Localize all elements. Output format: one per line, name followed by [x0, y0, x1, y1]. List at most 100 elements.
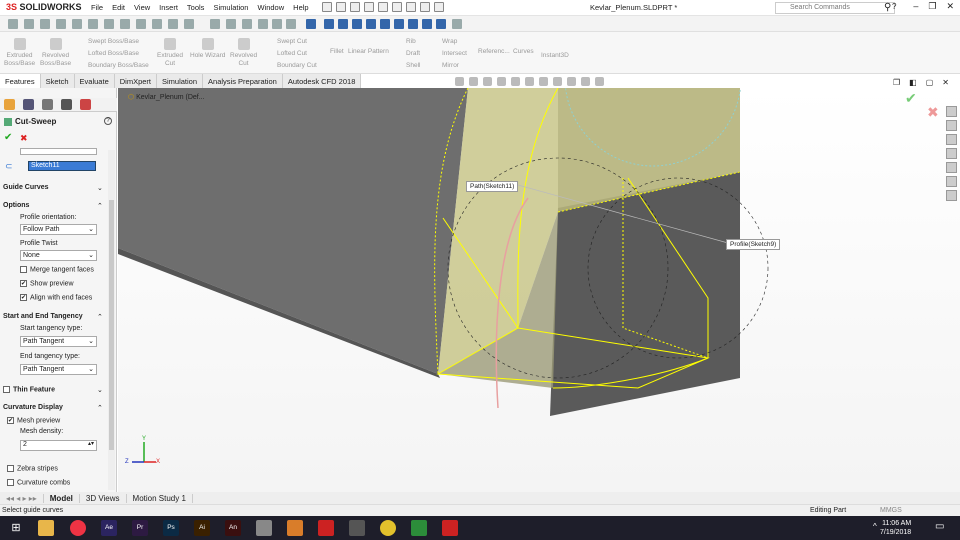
task-pane-explorer-icon[interactable]: [946, 148, 957, 159]
confirm-cancel-icon[interactable]: ✖: [927, 104, 939, 121]
lofted-cut-button[interactable]: Lofted Cut: [277, 50, 307, 57]
merge-tangent-checkbox[interactable]: Merge tangent faces: [20, 266, 94, 273]
edit-appearance-icon[interactable]: [452, 19, 462, 29]
task-pane-custom-properties-icon[interactable]: [946, 190, 957, 201]
trimetric-icon[interactable]: [422, 19, 432, 29]
options-icon[interactable]: [434, 2, 444, 12]
feature-manager-icon[interactable]: [4, 99, 15, 110]
snap-icon[interactable]: [272, 19, 282, 29]
configuration-manager-icon[interactable]: [42, 99, 53, 110]
fix-icon[interactable]: [242, 19, 252, 29]
profile-twist-select[interactable]: None ⌄: [20, 250, 97, 261]
restore-icon[interactable]: ❐: [928, 1, 936, 12]
profile-callout[interactable]: Profile(Sketch9): [726, 239, 781, 250]
front-view-icon[interactable]: [324, 19, 334, 29]
app-icon-10[interactable]: [349, 520, 365, 536]
solidworks-2018-icon[interactable]: [442, 520, 458, 536]
notifications-icon[interactable]: ▭: [935, 521, 944, 532]
settings-icon[interactable]: [286, 19, 296, 29]
task-pane-palette-icon[interactable]: [946, 162, 957, 173]
animate-icon[interactable]: An: [225, 520, 241, 536]
left-view-icon[interactable]: [352, 19, 362, 29]
options-header[interactable]: Options: [3, 202, 29, 209]
app-icon-12[interactable]: [411, 520, 427, 536]
curves-button[interactable]: Curves: [513, 48, 534, 55]
arc-icon[interactable]: [56, 19, 66, 29]
wrap-button[interactable]: Wrap: [442, 38, 457, 45]
app-icon-7[interactable]: [256, 520, 272, 536]
tab-autodesk-cfd[interactable]: Autodesk CFD 2018: [283, 74, 362, 88]
profile-selection-field[interactable]: [20, 148, 97, 155]
zoom-area-icon[interactable]: [469, 77, 478, 86]
new-icon[interactable]: [322, 2, 332, 12]
menu-window[interactable]: Window: [257, 3, 284, 12]
viewport-close-icon[interactable]: ✕: [942, 78, 949, 87]
task-pane-home-icon[interactable]: [946, 106, 957, 117]
swept-boss-button[interactable]: Swept Boss/Base: [88, 38, 139, 45]
viewport-tile-icon[interactable]: ◧: [909, 78, 917, 87]
chevron-up-icon[interactable]: ⌃: [97, 404, 103, 412]
smart-dimension-icon[interactable]: [210, 19, 220, 29]
shell-button[interactable]: Shell: [406, 62, 420, 69]
cancel-button[interactable]: ✖: [20, 133, 28, 144]
task-pane-appearances-icon[interactable]: [946, 176, 957, 187]
help-icon[interactable]: ?: [892, 2, 896, 11]
path-callout[interactable]: Path(Sketch11): [466, 181, 519, 192]
feature-tree-root[interactable]: ⬡ Kevlar_Plenum (Def...: [128, 93, 205, 101]
grid-icon[interactable]: [258, 19, 268, 29]
align-end-checkbox[interactable]: ✔ Align with end faces: [20, 294, 92, 301]
display-manager-icon[interactable]: [80, 99, 91, 110]
rebuild-icon[interactable]: [406, 2, 416, 12]
intersect-button[interactable]: Intersect: [442, 50, 467, 57]
back-view-icon[interactable]: [338, 19, 348, 29]
dimetric-icon[interactable]: [436, 19, 446, 29]
system-clock[interactable]: 11:06 AM 7/19/2018: [880, 519, 911, 537]
tab-features[interactable]: Features: [0, 74, 41, 88]
panel-scrollbar[interactable]: [108, 150, 115, 490]
print-icon[interactable]: [364, 2, 374, 12]
search-commands-input[interactable]: Search Commands ⚲: [775, 2, 895, 14]
undo-icon[interactable]: [378, 2, 388, 12]
line-icon[interactable]: [8, 19, 18, 29]
after-effects-icon[interactable]: Ae: [101, 520, 117, 536]
view-settings-icon[interactable]: [595, 77, 604, 86]
tab-3d-views[interactable]: 3D Views: [80, 493, 127, 503]
isometric-icon[interactable]: [408, 19, 418, 29]
convert-icon[interactable]: [136, 19, 146, 29]
move-icon[interactable]: [184, 19, 194, 29]
curvature-combs-checkbox[interactable]: Curvature combs: [7, 479, 70, 486]
tray-chevron-icon[interactable]: ^: [873, 522, 877, 531]
rectangle-icon[interactable]: [24, 19, 34, 29]
previous-view-icon[interactable]: [483, 77, 492, 86]
normal-to-icon[interactable]: [306, 19, 316, 29]
menu-insert[interactable]: Insert: [159, 3, 178, 12]
photoshop-icon[interactable]: Ps: [163, 520, 179, 536]
sum-icon[interactable]: [120, 19, 130, 29]
tab-dimxpert[interactable]: DimXpert: [115, 74, 157, 88]
dimxpert-manager-icon[interactable]: [61, 99, 72, 110]
boundary-boss-button[interactable]: Boundary Boss/Base: [88, 62, 149, 69]
tab-sketch[interactable]: Sketch: [41, 74, 75, 88]
select-icon[interactable]: [392, 2, 402, 12]
confirm-ok-icon[interactable]: ✔: [905, 90, 917, 107]
right-view-icon[interactable]: [366, 19, 376, 29]
task-pane-library-icon[interactable]: [946, 134, 957, 145]
zebra-stripes-checkbox[interactable]: Zebra stripes: [7, 465, 58, 472]
lofted-boss-button[interactable]: Lofted Boss/Base: [88, 50, 139, 57]
revolved-boss-button[interactable]: Revolved Boss/Base: [40, 38, 71, 68]
profile-orientation-select[interactable]: Follow Path ⌄: [20, 224, 97, 235]
chevron-down-icon[interactable]: ⌄: [97, 184, 103, 192]
app-icon-11[interactable]: [380, 520, 396, 536]
revolved-cut-button[interactable]: Revolved Cut: [230, 38, 257, 68]
circle-icon[interactable]: [40, 19, 50, 29]
draft-button[interactable]: Draft: [406, 50, 420, 57]
section-view-icon[interactable]: [497, 77, 506, 86]
end-tangency-select[interactable]: Path Tangent ⌄: [20, 364, 97, 375]
search-icon[interactable]: ⚲: [884, 2, 891, 13]
swept-cut-button[interactable]: Swept Cut: [277, 38, 307, 45]
thin-feature-checkbox[interactable]: Thin Feature: [3, 386, 55, 393]
task-pane-resources-icon[interactable]: [946, 120, 957, 131]
curvature-display-header[interactable]: Curvature Display: [3, 404, 63, 411]
tab-scroll-arrows-icon[interactable]: ◂◂ ◂ ▸ ▸▸: [0, 493, 44, 503]
graphics-area[interactable]: [118, 88, 960, 492]
